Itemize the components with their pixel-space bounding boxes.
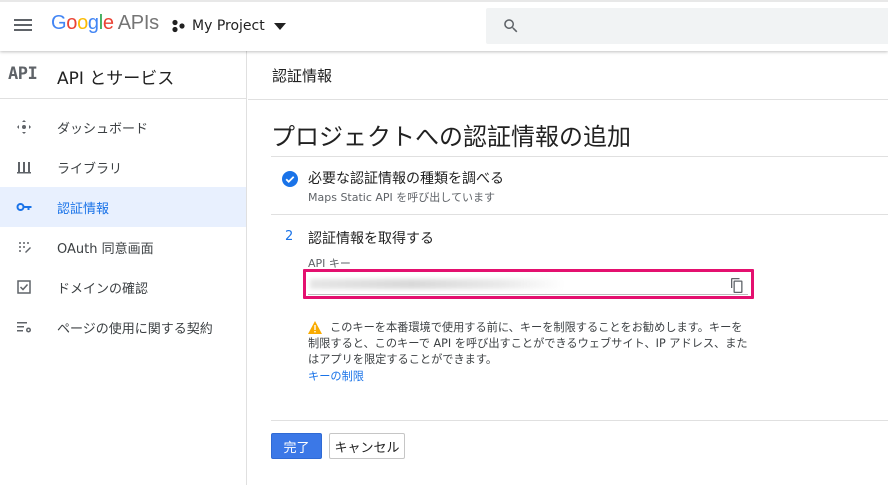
sidebar-item-oauth[interactable]: OAuth 同意画面 (0, 227, 246, 267)
project-selector[interactable]: My Project (171, 15, 286, 37)
check-circle-icon (282, 171, 298, 187)
sidebar-item-credentials[interactable]: 認証情報 (0, 187, 246, 227)
divider (271, 420, 888, 421)
cancel-button[interactable]: キャンセル (329, 433, 405, 459)
highlight-box (303, 269, 754, 299)
oauth-icon (19, 242, 31, 253)
done-button[interactable]: 完了 (271, 433, 322, 459)
library-icon (17, 162, 31, 174)
key-icon (16, 203, 32, 211)
sidebar-item-domain-verification[interactable]: ドメインの確認 (0, 267, 246, 307)
warning-text: このキーを本番環境で使用する前に、キーを制限することをお勧めします。キーを制限す… (308, 321, 748, 366)
sidebar-item-label: ダッシュボード (57, 122, 149, 137)
caret-down-icon (273, 22, 286, 30)
top-divider (0, 0, 888, 2)
logo-google-text: Google (51, 12, 114, 34)
sidebar-item-label: ページの使用に関する契約 (57, 322, 213, 337)
sidebar-item-label: ドメインの確認 (57, 282, 149, 297)
sidebar-item-dashboard[interactable]: ダッシュボード (0, 107, 246, 147)
step1-title: 必要な認証情報の種類を調べる (308, 171, 504, 187)
sidebar-item-label: ライブラリ (57, 162, 123, 177)
sidebar-item-label: 認証情報 (57, 202, 110, 217)
step2-number: 2 (285, 229, 294, 244)
sidebar-title: API とサービス (57, 69, 175, 89)
search-icon (504, 19, 518, 33)
checkbox-icon (17, 280, 31, 294)
logo-apis-text: APIs (117, 12, 159, 34)
main-header: 認証情報 (248, 51, 888, 100)
dashboard-icon (17, 120, 31, 134)
menu-icon[interactable] (11, 13, 35, 37)
page-title: プロジェクトへの認証情報の追加 (271, 123, 631, 151)
settings-list-icon (17, 322, 31, 333)
divider (271, 214, 888, 215)
step1-subtitle: Maps Static API を呼び出しています (308, 191, 495, 204)
sidebar: API API とサービス ダッシュボード ライブラリ 認証情報 OAuth 同… (0, 51, 247, 485)
app-window: Google APIs My Project API API とサービス ダッシュ… (0, 0, 888, 485)
sidebar-item-library[interactable]: ライブラリ (0, 147, 246, 187)
google-apis-logo[interactable]: Google APIs (51, 12, 159, 35)
sidebar-item-page-usage[interactable]: ページの使用に関する契約 (0, 307, 246, 347)
sidebar-header: API API とサービス (0, 51, 247, 99)
project-dots-icon (172, 19, 185, 33)
project-name: My Project (192, 18, 265, 34)
sidebar-item-label: OAuth 同意画面 (57, 242, 154, 257)
divider (271, 156, 888, 157)
top-bar: Google APIs My Project (0, 0, 888, 51)
search-bar[interactable] (486, 8, 888, 44)
api-logo-mark: API (8, 64, 38, 84)
restrict-key-link[interactable]: キーの制限 (308, 368, 364, 384)
step2-title: 認証情報を取得する (308, 231, 434, 247)
breadcrumb: 認証情報 (272, 67, 333, 85)
